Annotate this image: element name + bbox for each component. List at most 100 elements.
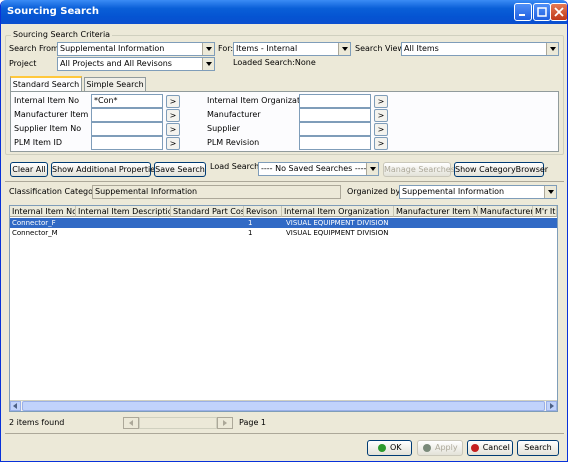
search-view-select[interactable]: All Items <box>401 42 559 56</box>
internal-item-org-label: Internal Item Organization <box>207 96 313 105</box>
chevron-down-icon <box>546 43 558 55</box>
column-header-internal-item-description[interactable]: Internal Item Description <box>76 206 171 217</box>
scroll-thumb[interactable] <box>22 401 545 411</box>
column-header-manufacturer-item-no[interactable]: Manufacturer Item No <box>394 206 478 217</box>
items-found-label: 2 items found <box>9 418 65 427</box>
load-search-select[interactable]: ---- No Saved Searches ----- <box>258 162 379 176</box>
column-header-internal-item-no[interactable]: Internal Item No <box>10 206 76 217</box>
show-category-browser-button[interactable]: Show CategoryBrowser <box>454 162 548 177</box>
search-from-select[interactable]: Supplemental Information <box>57 42 215 56</box>
chevron-down-icon <box>202 58 214 70</box>
column-header-manufacturer[interactable]: Manufacturer <box>478 206 533 217</box>
close-button[interactable] <box>550 3 567 21</box>
window-title: Sourcing Search <box>7 6 99 17</box>
loaded-search-label: Loaded Search:None <box>233 58 316 67</box>
internal-item-org-browse-button[interactable]: > <box>374 95 388 108</box>
cancel-label: Cancel <box>482 443 510 452</box>
plm-revision-browse-button[interactable]: > <box>374 137 388 150</box>
minimize-button[interactable] <box>514 3 532 21</box>
ok-label: OK <box>390 443 402 452</box>
supplier-item-no-input[interactable] <box>91 122 163 136</box>
title-bar: Sourcing Search <box>1 0 567 24</box>
internal-item-no-input[interactable]: *Con* <box>91 94 163 108</box>
manage-searches-button[interactable]: Manage Searches <box>383 162 455 177</box>
table-row[interactable]: Connector_M 1 VISUAL EQUIPMENT DIVISION <box>10 228 557 238</box>
cell-organization: VISUAL EQUIPMENT DIVISION <box>286 219 389 227</box>
sourcing-search-window: Sourcing Search Sourcing Search Criteria… <box>0 0 568 462</box>
chevron-down-icon <box>544 186 556 198</box>
scroll-right-button[interactable] <box>546 401 557 411</box>
tab-standard-search-label: Standard Search <box>12 80 80 89</box>
load-search-value: ---- No Saved Searches ----- <box>261 164 370 173</box>
apply-label: Apply <box>434 443 458 452</box>
tab-simple-search[interactable]: Simple Search <box>84 77 146 92</box>
next-page-button[interactable] <box>217 417 233 429</box>
previous-page-button[interactable] <box>123 417 139 429</box>
supplier-input[interactable] <box>299 122 371 136</box>
page-track <box>139 417 217 429</box>
chevron-down-icon <box>202 43 214 55</box>
for-label: For: <box>218 44 234 53</box>
minimize-icon <box>519 14 525 16</box>
tab-standard-search[interactable]: Standard Search <box>10 76 82 92</box>
plm-revision-label: PLM Revision <box>207 138 260 147</box>
horizontal-scrollbar[interactable] <box>10 400 557 411</box>
search-from-value: Supplemental Information <box>60 44 165 53</box>
cell-revision: 1 <box>248 219 253 227</box>
supplier-browse-button[interactable]: > <box>374 123 388 136</box>
classification-category-label: Classification Category: <box>9 187 104 196</box>
manufacturer-label: Manufacturer <box>207 110 261 119</box>
chevron-right-icon <box>550 403 554 409</box>
plm-item-id-input[interactable] <box>91 136 163 150</box>
manufacturer-item-no-input[interactable] <box>91 108 163 122</box>
cancel-icon <box>471 443 480 452</box>
show-additional-properties-button[interactable]: Show Additional Properties <box>51 162 159 177</box>
chevron-down-icon <box>366 163 378 175</box>
separator <box>5 181 564 182</box>
plm-item-id-label: PLM Item ID <box>14 138 62 147</box>
organized-by-select[interactable]: Suppemental Information <box>399 185 557 199</box>
cell-organization: VISUAL EQUIPMENT DIVISION <box>286 229 389 237</box>
manufacturer-item-no-browse-button[interactable]: > <box>166 109 180 122</box>
plm-revision-input[interactable] <box>299 136 371 150</box>
supplier-label: Supplier <box>207 124 240 133</box>
column-header-revision[interactable]: Revison <box>244 206 282 217</box>
manufacturer-browse-button[interactable]: > <box>374 109 388 122</box>
organized-by-label: Organized by: <box>347 187 403 196</box>
column-header-internal-item-organization[interactable]: Internal Item Organization <box>282 206 394 217</box>
manufacturer-input[interactable] <box>299 108 371 122</box>
supplier-item-no-label: Supplier Item No <box>14 124 82 133</box>
column-header-standard-part-cost[interactable]: Standard Part Cost <box>171 206 244 217</box>
ok-icon <box>378 443 387 452</box>
maximize-button[interactable] <box>533 3 551 21</box>
project-select[interactable]: All Projects and All Revisons <box>57 57 215 71</box>
table-row[interactable]: Connector_F 1 VISUAL EQUIPMENT DIVISION <box>10 218 557 228</box>
chevron-left-icon <box>13 403 17 409</box>
internal-item-org-input[interactable] <box>299 94 371 108</box>
close-icon <box>554 7 564 17</box>
page-indicator: Page 1 <box>239 418 266 427</box>
apply-button[interactable]: Apply <box>417 440 463 456</box>
supplier-item-no-browse-button[interactable]: > <box>166 123 180 136</box>
for-select[interactable]: Items - Internal <box>233 42 351 56</box>
scroll-left-button[interactable] <box>10 401 21 411</box>
plm-item-id-browse-button[interactable]: > <box>166 137 180 150</box>
search-view-label: Search View: <box>355 44 407 53</box>
cancel-button[interactable]: Cancel <box>467 440 513 456</box>
chevron-left-icon <box>129 420 133 426</box>
cell-item-no: Connector_F <box>12 219 56 227</box>
chevron-down-icon <box>338 43 350 55</box>
save-search-button[interactable]: Save Search <box>154 162 206 177</box>
column-header-manufacturer-item[interactable]: M'r It <box>533 206 557 217</box>
project-value: All Projects and All Revisons <box>60 59 172 68</box>
internal-item-no-label: Internal Item No <box>14 96 80 105</box>
internal-item-no-browse-button[interactable]: > <box>166 95 180 108</box>
cell-item-no: Connector_M <box>12 229 58 237</box>
cell-revision: 1 <box>248 229 253 237</box>
criteria-group-label: Sourcing Search Criteria <box>11 30 113 39</box>
clear-all-button[interactable]: Clear All <box>10 162 48 177</box>
search-from-label: Search From: <box>9 44 62 53</box>
ok-button[interactable]: OK <box>367 440 412 456</box>
organized-by-value: Suppemental Information <box>402 187 505 196</box>
search-button[interactable]: Search <box>517 440 559 456</box>
